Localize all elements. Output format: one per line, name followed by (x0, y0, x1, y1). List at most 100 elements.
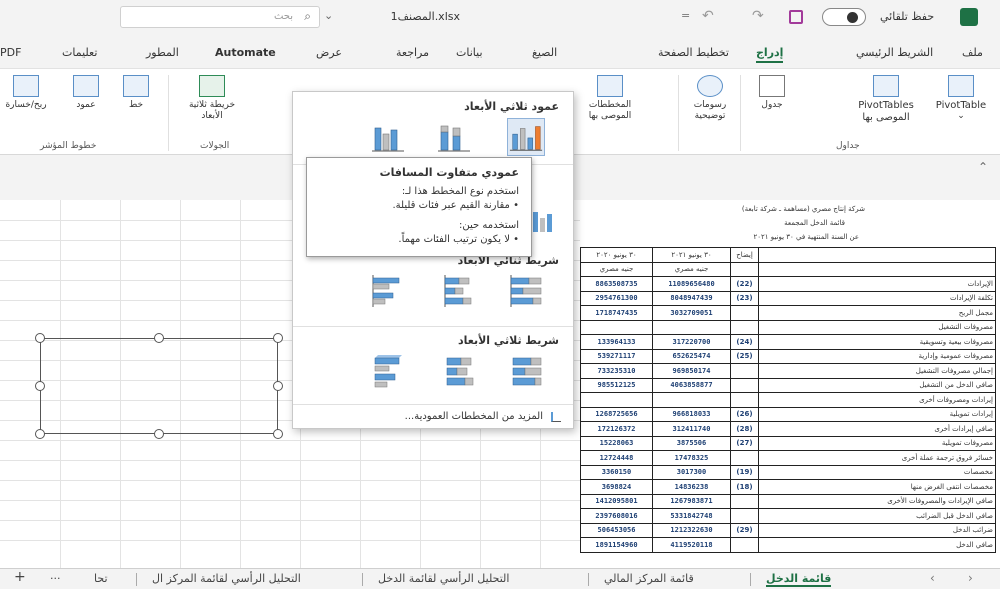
table-button[interactable]: جدول (752, 75, 792, 110)
tab-pdf[interactable]: PDF (0, 46, 21, 59)
tab-file[interactable]: ملف (962, 46, 983, 59)
cell-note[interactable]: (22) (730, 276, 759, 292)
cell-label[interactable]: إيرادات تمويلية (758, 406, 996, 422)
clustered-bar-icon[interactable] (369, 272, 407, 310)
illustrations-button[interactable]: رسومات توضيحية (684, 75, 736, 122)
stacked-bar-icon[interactable] (441, 272, 479, 310)
cell-note[interactable]: (24) (730, 334, 759, 350)
tab-home[interactable]: الشريط الرئيسي (856, 46, 933, 59)
cell-2021[interactable]: 312411740 (652, 421, 731, 437)
cell-2021[interactable]: 1267983871 (652, 493, 731, 509)
cell-2021[interactable]: 8048947439 (652, 290, 731, 306)
cell-2020[interactable]: 1412095801 (580, 493, 653, 509)
tabs-scroll-left-icon[interactable]: ‹ (930, 571, 935, 585)
cell-2020[interactable]: 15228063 (580, 435, 653, 451)
cell-2020[interactable]: 12724448 (580, 450, 653, 466)
cell-note[interactable] (730, 305, 759, 321)
redo-icon[interactable]: ↷ (752, 8, 764, 24)
cell-2020[interactable]: 506453056 (580, 522, 653, 538)
more-sheets-icon[interactable]: ··· (50, 572, 61, 585)
cell-2020[interactable]: 8863508735 (580, 276, 653, 292)
cell-label[interactable]: خسائر فروق ترجمة عملة أخرى (758, 450, 996, 466)
3d-map-button[interactable]: خريطة ثلاثية الأبعاد (184, 75, 240, 122)
cell-label[interactable]: صافي إيرادات أخرى (758, 421, 996, 437)
sheet-tab-financial-position[interactable]: قائمة المركز المالي (604, 572, 694, 585)
collapse-ribbon-icon[interactable]: ⌃ (978, 160, 988, 174)
pivottable-button[interactable]: PivotTable ⌄ (930, 75, 992, 121)
filename-chevron-icon[interactable]: ⌄ (324, 9, 333, 22)
resize-handle[interactable] (35, 381, 45, 391)
sparkline-column-button[interactable]: عمود (66, 75, 106, 110)
cell-note[interactable] (730, 493, 759, 509)
cell-label[interactable]: مصروفات عمومية وإدارية (758, 348, 996, 364)
cell-2020[interactable]: 133964133 (580, 334, 653, 350)
cell-label[interactable]: صافي الدخل قبل الضرائب (758, 508, 996, 524)
cell-2021[interactable]: 14836238 (652, 479, 731, 495)
cell-note[interactable] (730, 377, 759, 393)
more-column-charts-link[interactable]: المزيد من المخططات العمودية... (307, 410, 561, 426)
cell-2020[interactable]: 539271117 (580, 348, 653, 364)
add-sheet-button[interactable]: + (14, 569, 26, 585)
cell-2020[interactable]: 2397608016 (580, 508, 653, 524)
search-box[interactable]: بحث ⌕ (120, 6, 320, 28)
table-row[interactable]: 172126372 312411740 (28) صافي إيرادات أخرى (580, 421, 996, 437)
cell-label[interactable]: مخصصات انتفى الغرض منها (758, 479, 996, 495)
table-row[interactable]: 1718747435 3032709051 مجمل الربح (580, 305, 996, 321)
cell-2020[interactable] (580, 392, 653, 408)
3d-clustered-bar-icon[interactable] (369, 352, 407, 390)
tab-view[interactable]: عرض (316, 46, 342, 59)
table-row[interactable]: 133964133 317220700 (24) مصروفات بيعية وتسو… (580, 334, 996, 350)
cell-2020[interactable]: 2954761300 (580, 290, 653, 306)
cell-2021[interactable] (652, 319, 731, 335)
cell-2021[interactable]: 3017300 (652, 464, 731, 480)
cell-label[interactable]: الإيرادات (758, 276, 996, 292)
cell-2021[interactable]: 5331842748 (652, 508, 731, 524)
table-row[interactable]: 733235310 969850174 إجمالي مصروفات التشغيل (580, 363, 996, 379)
sheet-tab-income-statement[interactable]: قائمة الدخل (766, 572, 832, 587)
cell-2021[interactable]: 969850174 (652, 363, 731, 379)
cell-2021[interactable]: 317220700 (652, 334, 731, 350)
sheet-tab-truncated[interactable]: تحا (94, 572, 108, 585)
cell-2020[interactable]: 3698824 (580, 479, 653, 495)
cell-label[interactable]: مجمل الربح (758, 305, 996, 321)
cell-2020[interactable]: 1891154960 (580, 537, 653, 553)
tab-review[interactable]: مراجعة (396, 46, 429, 59)
100-stacked-bar-icon[interactable] (507, 272, 545, 310)
cell-2021[interactable]: 4063858877 (652, 377, 731, 393)
table-row[interactable]: 1891154960 4119520118 صافي الدخل (580, 537, 996, 553)
cell-note[interactable] (730, 319, 759, 335)
table-row[interactable]: 3360150 3017300 (19) مخصصات (580, 464, 996, 480)
tab-formulas[interactable]: الصيغ (532, 46, 557, 59)
table-row[interactable]: 1268725656 966818033 (26) إيرادات تمويلية (580, 406, 996, 422)
resize-handle[interactable] (35, 429, 45, 439)
3d-clustered-column-icon[interactable] (369, 118, 407, 156)
recommended-pivottables-button[interactable]: PivotTables الموصى بها (846, 75, 926, 124)
cell-note[interactable]: (28) (730, 421, 759, 437)
cell-2021[interactable]: 966818033 (652, 406, 731, 422)
cell-2021[interactable]: 17478325 (652, 450, 731, 466)
tab-data[interactable]: بيانات (456, 46, 483, 59)
cell-label[interactable]: مخصصات (758, 464, 996, 480)
sparkline-winloss-button[interactable]: ربح/خسارة (4, 75, 48, 110)
cell-note[interactable]: (23) (730, 290, 759, 306)
cell-label[interactable]: إجمالي مصروفات التشغيل (758, 363, 996, 379)
cell-label[interactable]: صافي الدخل (758, 537, 996, 553)
cell-2020[interactable]: 3360150 (580, 464, 653, 480)
cell-2021[interactable] (652, 392, 731, 408)
cell-note[interactable] (730, 450, 759, 466)
chart-placeholder-shape[interactable] (40, 338, 278, 434)
cell-2021[interactable]: 1212322630 (652, 522, 731, 538)
resize-handle[interactable] (35, 333, 45, 343)
table-row[interactable]: 2397608016 5331842748 صافي الدخل قبل الضرا… (580, 508, 996, 524)
autosave-toggle[interactable] (822, 8, 866, 26)
table-row[interactable]: إيرادات ومصروفات أخرى (580, 392, 996, 408)
table-row[interactable]: 506453056 1212322630 (29) ضرائب الدخل (580, 522, 996, 538)
resize-handle[interactable] (154, 429, 164, 439)
cell-2021[interactable]: 3875506 (652, 435, 731, 451)
cell-note[interactable]: (19) (730, 464, 759, 480)
tab-help[interactable]: تعليمات (62, 46, 97, 59)
cell-label[interactable]: إيرادات ومصروفات أخرى (758, 392, 996, 408)
3d-100-stacked-bar-icon[interactable] (507, 352, 545, 390)
table-row[interactable]: مصروفات التشغيل (580, 319, 996, 335)
cell-2021[interactable]: 4119520118 (652, 537, 731, 553)
